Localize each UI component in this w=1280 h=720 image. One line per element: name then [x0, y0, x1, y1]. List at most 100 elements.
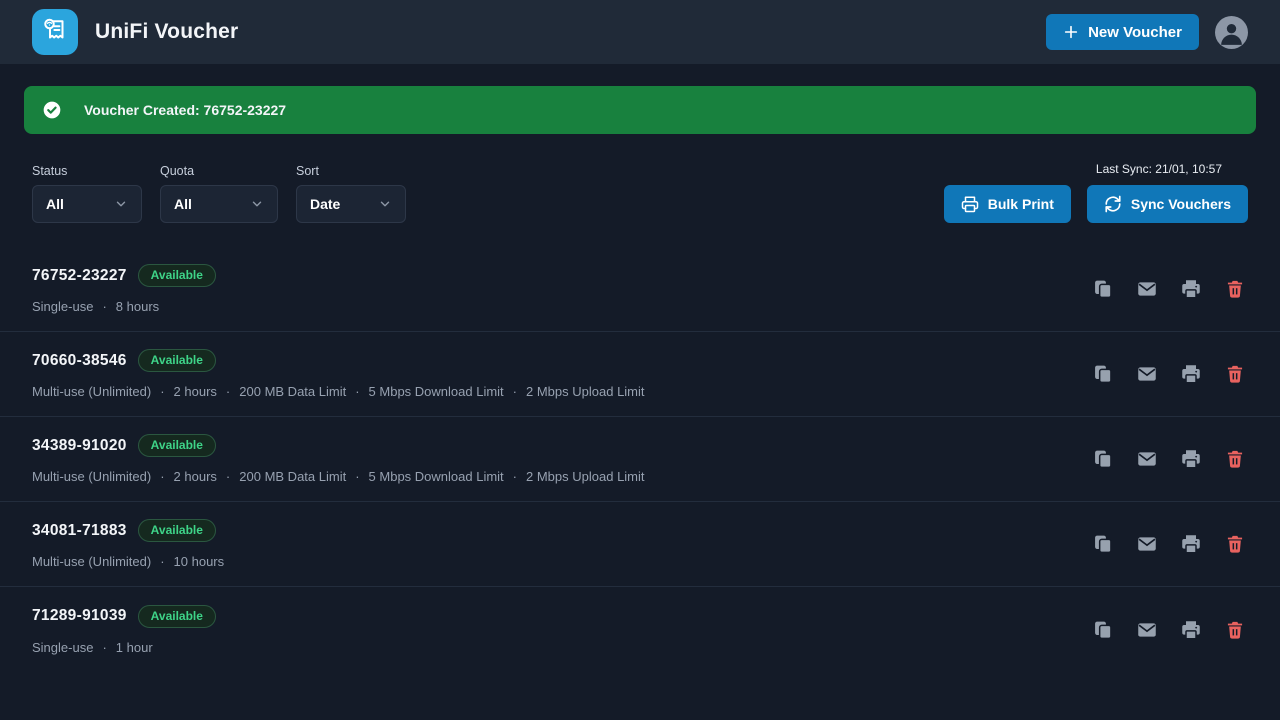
quota-filter-label: Quota: [160, 164, 278, 178]
email-button[interactable]: [1137, 364, 1157, 384]
printer-icon: [1181, 279, 1201, 299]
delete-button[interactable]: [1225, 279, 1245, 299]
voucher-code: 76752-23227: [32, 267, 127, 285]
voucher-actions: [1093, 364, 1245, 384]
print-button[interactable]: [1181, 534, 1201, 554]
email-button[interactable]: [1137, 449, 1157, 469]
copy-icon: [1093, 534, 1113, 554]
voucher-code: 71289-91039: [32, 607, 127, 625]
voucher-actions: [1093, 449, 1245, 469]
voucher-row: 34389-91020 Available Multi-use (Unlimit…: [0, 417, 1280, 502]
voucher-code: 70660-38546: [32, 352, 127, 370]
copy-button[interactable]: [1093, 449, 1113, 469]
print-button[interactable]: [1181, 449, 1201, 469]
trash-icon: [1225, 620, 1245, 640]
delete-button[interactable]: [1225, 449, 1245, 469]
copy-icon: [1093, 279, 1113, 299]
voucher-details: Multi-use (Unlimited)·2 hours·200 MB Dat…: [32, 384, 1093, 399]
trash-icon: [1225, 534, 1245, 554]
page-title: UniFi Voucher: [95, 20, 238, 44]
quota-filter-group: Quota All: [160, 164, 278, 223]
print-button[interactable]: [1181, 364, 1201, 384]
voucher-details: Single-use·1 hour: [32, 640, 1093, 655]
voucher-row: 76752-23227 Available Single-use·8 hours: [0, 247, 1280, 332]
voucher-row: 34081-71883 Available Multi-use (Unlimit…: [0, 502, 1280, 587]
status-filter-select[interactable]: All: [32, 185, 142, 223]
bulk-print-button[interactable]: Bulk Print: [944, 185, 1071, 223]
app-logo: [32, 9, 78, 55]
quota-filter-select[interactable]: All: [160, 185, 278, 223]
banner-message: Voucher Created: 76752-23227: [84, 102, 286, 118]
print-button[interactable]: [1181, 620, 1201, 640]
copy-button[interactable]: [1093, 279, 1113, 299]
copy-icon: [1093, 449, 1113, 469]
chevron-down-icon: [378, 197, 392, 211]
sort-filter-select[interactable]: Date: [296, 185, 406, 223]
status-badge: Available: [138, 434, 216, 457]
printer-icon: [1181, 364, 1201, 384]
last-sync-text: Last Sync: 21/01, 10:57: [1096, 162, 1222, 176]
trash-icon: [1225, 364, 1245, 384]
voucher-details: Multi-use (Unlimited)·2 hours·200 MB Dat…: [32, 469, 1093, 484]
print-button[interactable]: [1181, 279, 1201, 299]
mail-icon: [1137, 279, 1157, 299]
copy-icon: [1093, 364, 1113, 384]
trash-icon: [1225, 279, 1245, 299]
copy-button[interactable]: [1093, 364, 1113, 384]
status-badge: Available: [138, 264, 216, 287]
status-badge: Available: [138, 349, 216, 372]
status-filter-label: Status: [32, 164, 142, 178]
mail-icon: [1137, 620, 1157, 640]
voucher-details: Multi-use (Unlimited)·10 hours: [32, 554, 1093, 569]
voucher-info: 34081-71883 Available Multi-use (Unlimit…: [32, 519, 1093, 569]
mail-icon: [1137, 364, 1157, 384]
sync-vouchers-label: Sync Vouchers: [1131, 196, 1231, 212]
sort-filter-group: Sort Date: [296, 164, 406, 223]
voucher-info: 76752-23227 Available Single-use·8 hours: [32, 264, 1093, 314]
status-filter-group: Status All: [32, 164, 142, 223]
bulk-print-label: Bulk Print: [988, 196, 1054, 212]
copy-button[interactable]: [1093, 534, 1113, 554]
status-badge: Available: [138, 605, 216, 628]
printer-icon: [1181, 449, 1201, 469]
printer-icon: [1181, 534, 1201, 554]
chevron-down-icon: [250, 197, 264, 211]
printer-icon: [961, 195, 979, 213]
copy-button[interactable]: [1093, 620, 1113, 640]
voucher-info: 34389-91020 Available Multi-use (Unlimit…: [32, 434, 1093, 484]
quota-filter-value: All: [174, 196, 192, 212]
new-voucher-label: New Voucher: [1088, 24, 1182, 41]
voucher-info: 70660-38546 Available Multi-use (Unlimit…: [32, 349, 1093, 399]
voucher-details: Single-use·8 hours: [32, 299, 1093, 314]
trash-icon: [1225, 449, 1245, 469]
delete-button[interactable]: [1225, 534, 1245, 554]
sort-filter-value: Date: [310, 196, 340, 212]
delete-button[interactable]: [1225, 620, 1245, 640]
user-avatar[interactable]: [1215, 16, 1248, 49]
voucher-info: 71289-91039 Available Single-use·1 hour: [32, 605, 1093, 655]
voucher-code: 34081-71883: [32, 522, 127, 540]
mail-icon: [1137, 449, 1157, 469]
email-button[interactable]: [1137, 620, 1157, 640]
refresh-icon: [1104, 195, 1122, 213]
check-circle-icon: [42, 100, 62, 120]
voucher-row: 71289-91039 Available Single-use·1 hour: [0, 587, 1280, 672]
sort-filter-label: Sort: [296, 164, 406, 178]
app-header: UniFi Voucher New Voucher: [0, 0, 1280, 64]
mail-icon: [1137, 534, 1157, 554]
voucher-actions: [1093, 534, 1245, 554]
voucher-receipt-icon: [40, 15, 70, 50]
new-voucher-button[interactable]: New Voucher: [1046, 14, 1199, 50]
filter-bar: Status All Quota All Sort Date Last Sync…: [32, 162, 1248, 223]
voucher-code: 34389-91020: [32, 437, 127, 455]
sync-vouchers-button[interactable]: Sync Vouchers: [1087, 185, 1248, 223]
email-button[interactable]: [1137, 279, 1157, 299]
person-icon: [1215, 16, 1248, 49]
chevron-down-icon: [114, 197, 128, 211]
voucher-row: 70660-38546 Available Multi-use (Unlimit…: [0, 332, 1280, 417]
email-button[interactable]: [1137, 534, 1157, 554]
success-banner: Voucher Created: 76752-23227: [24, 86, 1256, 134]
status-badge: Available: [138, 519, 216, 542]
status-filter-value: All: [46, 196, 64, 212]
delete-button[interactable]: [1225, 364, 1245, 384]
